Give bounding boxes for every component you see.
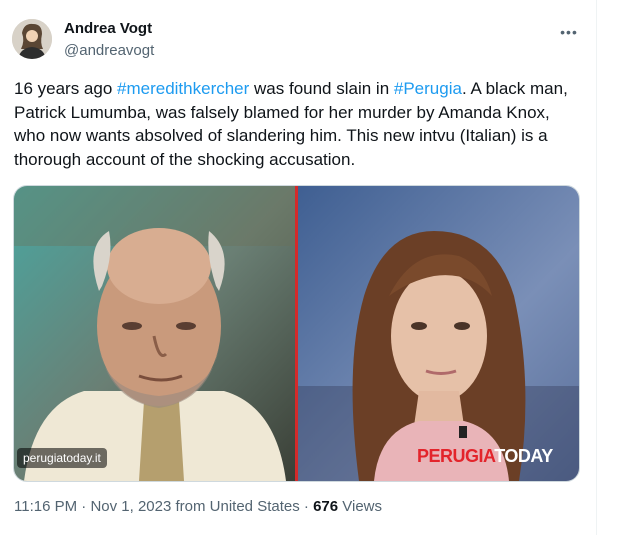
meta-separator: · <box>299 498 314 515</box>
avatar[interactable] <box>12 19 52 59</box>
meta-separator: · <box>77 498 91 515</box>
hashtag-link[interactable]: #Perugia <box>394 79 462 98</box>
hashtag-link[interactable]: #meredithkercher <box>117 79 249 98</box>
tweet-text-part: 16 years ago <box>14 79 118 98</box>
media-watermark-left: perugiatoday.it <box>17 448 107 468</box>
author-handle[interactable]: @andreavogt <box>64 42 154 59</box>
tweet-text: 16 years ago #meredithkercher was found … <box>14 77 574 171</box>
tweet-source: from United States <box>171 498 300 515</box>
tweet-text-part: was found slain in <box>249 79 394 98</box>
watermark-part: TODAY <box>494 446 553 466</box>
tweet-date[interactable]: Nov 1, 2023 <box>90 498 171 515</box>
tweet-meta: 11:16 PM · Nov 1, 2023 from United State… <box>14 498 382 515</box>
watermark-part: PERUGIA <box>417 446 495 466</box>
author-name[interactable]: Andrea Vogt <box>64 20 152 37</box>
media-watermark-right: PERUGIATODAY <box>417 446 553 467</box>
tweet-media-image[interactable] <box>13 185 580 482</box>
views-count[interactable]: 676 <box>313 498 338 515</box>
more-icon[interactable]: ••• <box>555 20 583 44</box>
views-label[interactable]: Views <box>338 498 382 515</box>
timeline-border <box>596 0 597 535</box>
tweet-time[interactable]: 11:16 PM <box>14 498 77 515</box>
